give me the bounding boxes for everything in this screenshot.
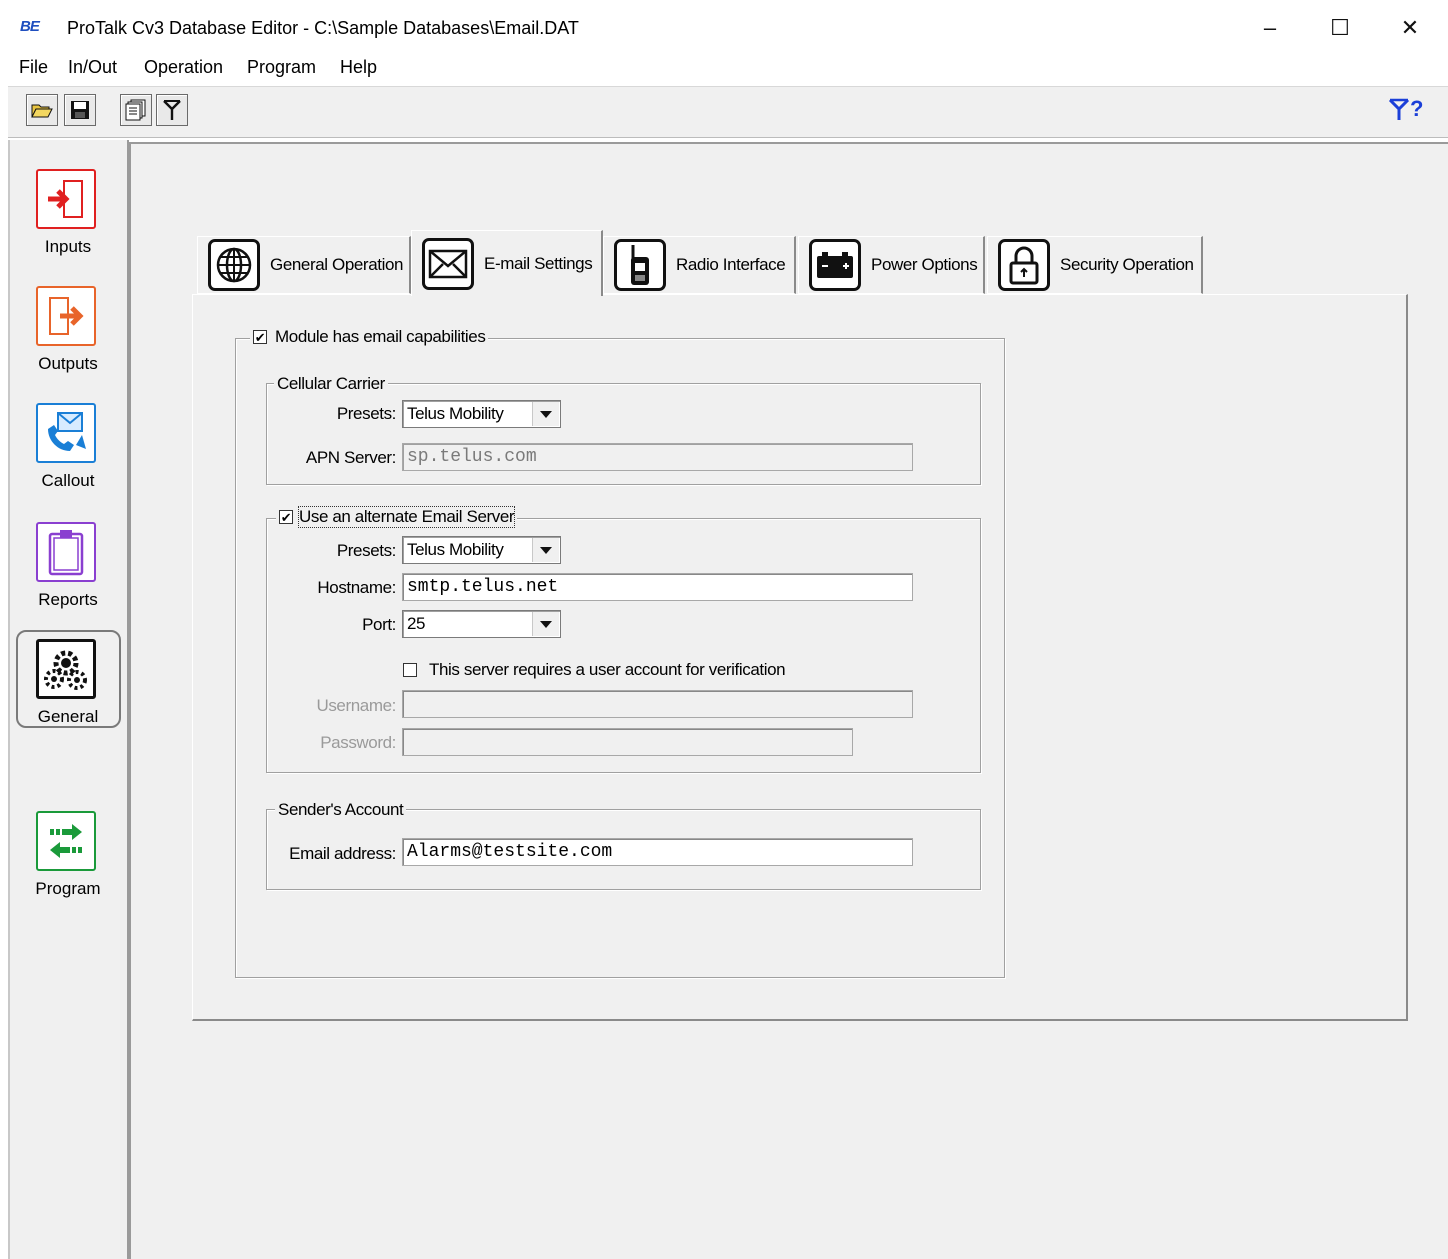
lock-icon: [998, 239, 1050, 291]
menu-inout[interactable]: In/Out: [68, 57, 117, 78]
nav-outputs[interactable]: Outputs: [16, 286, 120, 386]
antenna-icon[interactable]: [156, 94, 188, 126]
copy-pages-icon[interactable]: [120, 94, 152, 126]
nav-outputs-label: Outputs: [38, 354, 98, 373]
check-mark-icon: ✔: [280, 509, 292, 525]
username-label: Username:: [316, 696, 396, 715]
carrier-presets-select[interactable]: Telus Mobility: [402, 400, 561, 428]
sender-account-legend: Sender's Account: [275, 800, 407, 820]
apn-server-field[interactable]: sp.telus.com: [402, 443, 913, 471]
alternate-server-label: Use an alternate Email Server: [297, 506, 516, 528]
tab-label: General Operation: [270, 255, 404, 274]
app-logo-icon: BE: [20, 18, 40, 35]
save-disk-icon[interactable]: [64, 94, 96, 126]
chevron-down-icon[interactable]: [532, 612, 559, 636]
nav-reports-label: Reports: [38, 590, 98, 609]
open-folder-icon[interactable]: [26, 94, 58, 126]
password-label: Password:: [320, 733, 396, 752]
close-button[interactable]: ✕: [1380, 10, 1440, 46]
nav-callout[interactable]: Callout: [16, 403, 120, 503]
apn-server-label: APN Server:: [305, 448, 396, 467]
auth-required-checkbox[interactable]: [403, 663, 417, 677]
minimize-button[interactable]: –: [1240, 10, 1300, 46]
chevron-down-icon[interactable]: [532, 538, 559, 562]
auth-required-label: This server requires a user account for …: [429, 660, 786, 679]
nav-callout-label: Callout: [41, 471, 95, 490]
window-title: ProTalk Cv3 Database Editor - C:\Sample …: [67, 18, 579, 38]
tab-radio-interface[interactable]: Radio Interface: [603, 236, 796, 294]
help-question-mark: ?: [1410, 96, 1424, 121]
carrier-presets-value: Telus Mobility: [407, 404, 504, 423]
tab-general-operation[interactable]: General Operation: [197, 236, 411, 294]
tab-power-options[interactable]: Power Options: [798, 236, 985, 294]
nav-program-label: Program: [35, 879, 101, 898]
nav-reports[interactable]: Reports: [16, 522, 120, 622]
port-value: 25: [407, 614, 426, 633]
tab-email-settings[interactable]: E-mail Settings: [411, 230, 603, 296]
alternate-server-checkbox[interactable]: ✔: [279, 510, 293, 524]
nav-general[interactable]: General: [16, 639, 120, 739]
help-antenna-icon[interactable]: ?: [1388, 96, 1423, 122]
cellular-carrier-legend: Cellular Carrier: [274, 374, 388, 394]
menu-help[interactable]: Help: [340, 57, 377, 78]
radio-icon: [614, 239, 666, 291]
reports-icon: [36, 522, 96, 582]
tab-label: Radio Interface: [676, 255, 786, 274]
tab-label: E-mail Settings: [484, 253, 593, 273]
email-address-field[interactable]: Alarms@testsite.com: [402, 838, 913, 866]
gears-icon: [36, 639, 96, 699]
carrier-presets-label: Presets:: [336, 404, 397, 423]
port-select[interactable]: 25: [402, 610, 561, 638]
tab-label: Security Operation: [1060, 255, 1194, 274]
menu-operation[interactable]: Operation: [144, 57, 223, 78]
password-field[interactable]: [402, 728, 853, 756]
username-field[interactable]: [402, 690, 913, 718]
server-presets-label: Presets:: [336, 541, 397, 560]
nav-general-label: General: [37, 707, 99, 726]
maximize-button[interactable]: ☐: [1310, 10, 1370, 46]
hostname-label: Hostname:: [317, 578, 396, 597]
server-presets-select[interactable]: Telus Mobility: [402, 536, 561, 564]
toolbar: [8, 86, 1448, 138]
module-email-checkbox[interactable]: ✔: [253, 330, 267, 344]
alternate-server-legend: ✔ Use an alternate Email Server: [276, 506, 518, 528]
tab-security-operation[interactable]: Security Operation: [987, 236, 1203, 294]
chevron-down-icon[interactable]: [532, 402, 559, 426]
program-arrows-icon: [36, 811, 96, 871]
nav-inputs-label: Inputs: [44, 237, 92, 256]
server-presets-value: Telus Mobility: [407, 540, 504, 559]
email-address-label: Email address:: [289, 844, 396, 863]
port-label: Port:: [362, 615, 396, 634]
outputs-icon: [36, 286, 96, 346]
module-email-label: Module has email capabilities: [275, 327, 486, 346]
module-email-legend: ✔ Module has email capabilities: [250, 327, 489, 347]
hostname-field[interactable]: smtp.telus.net: [402, 573, 913, 601]
callout-icon: [36, 403, 96, 463]
check-mark-icon: ✔: [254, 329, 266, 345]
inputs-icon: [36, 169, 96, 229]
globe-icon: [208, 239, 260, 291]
menu-program[interactable]: Program: [247, 57, 316, 78]
nav-inputs[interactable]: Inputs: [16, 169, 120, 269]
menu-file[interactable]: File: [19, 57, 48, 78]
envelope-icon: [422, 237, 474, 290]
nav-program[interactable]: Program: [16, 811, 120, 911]
battery-icon: [809, 239, 861, 291]
tab-label: Power Options: [871, 255, 978, 274]
